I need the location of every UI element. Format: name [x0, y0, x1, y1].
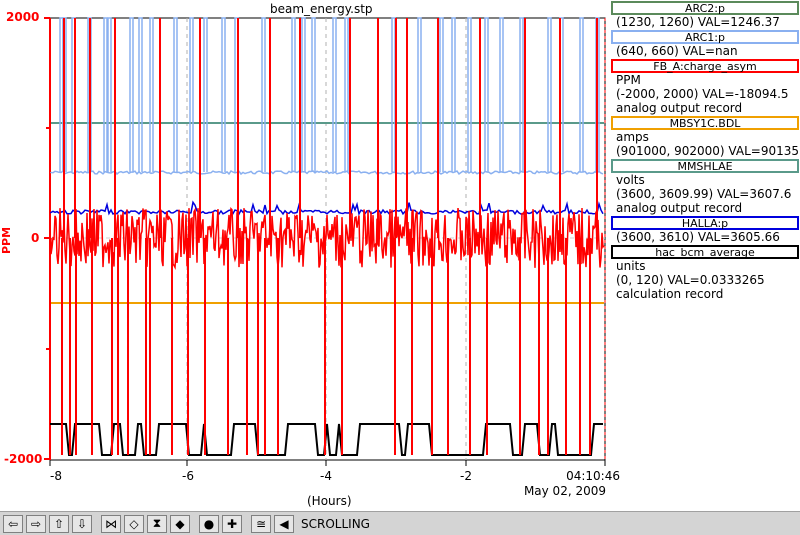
- zoom-out-y-icon: ◆: [175, 516, 185, 531]
- x-tick-label: -8: [50, 469, 62, 483]
- zoom-out-x-icon: ◇: [129, 516, 139, 531]
- legend-trace-info: (3600, 3610) VAL=3605.66: [616, 230, 780, 244]
- x-tick-label: -4: [320, 469, 332, 483]
- back-button[interactable]: ◀: [274, 514, 294, 533]
- legend-trace-info: (640, 660) VAL=nan: [616, 44, 738, 58]
- pan-left-button[interactable]: ⇦: [3, 514, 23, 533]
- pan-left-icon: ⇦: [7, 516, 19, 531]
- x-tick-label: -2: [460, 469, 472, 483]
- strip-chart-plot[interactable]: [0, 0, 611, 511]
- legend-trace-info: volts: [616, 173, 645, 187]
- time-stamp: 04:10:46: [566, 469, 620, 483]
- legend-trace-name[interactable]: ARC1:p: [611, 30, 799, 44]
- toolbar-buttons: ⇦ ⇨ ⇧ ⇩ ⋈ ◇ ⧗ ◆ ● ✚ ≅ ◀: [3, 514, 297, 533]
- legend-trace-info: (0, 120) VAL=0.0333265: [616, 273, 765, 287]
- legend-entry[interactable]: hac_bcm_average units (0, 120) VAL=0.03332…: [611, 245, 800, 301]
- legend-trace-info: calculation record: [616, 287, 724, 301]
- x-axis-label: (Hours): [307, 494, 352, 508]
- y-tick-label: 0: [31, 231, 40, 245]
- legend-entry[interactable]: ARC1:p (640, 660) VAL=nan: [611, 30, 800, 58]
- autoscale-icon: ●: [203, 516, 215, 531]
- legend-trace-name[interactable]: HALLA:p: [611, 216, 799, 230]
- legend-entry[interactable]: HALLA:p (3600, 3610) VAL=3605.66: [611, 216, 800, 244]
- config-icon: ≅: [255, 516, 267, 531]
- legend-trace-info: analog output record: [616, 101, 743, 115]
- legend-entry[interactable]: FB_A:charge_asym PPM (-2000, 2000) VAL=-18…: [611, 59, 800, 115]
- legend-trace-name[interactable]: MBSY1C.BDL: [611, 116, 799, 130]
- zoom-out-y-button[interactable]: ◆: [170, 514, 190, 533]
- legend-trace-info: (3600, 3609.99) VAL=3607.6: [616, 187, 792, 201]
- status-text: SCROLLING: [301, 516, 370, 531]
- legend-entry[interactable]: MMSHLAE volts (3600, 3609.99) VAL=3607.6 an…: [611, 159, 800, 215]
- back-icon: ◀: [279, 516, 289, 531]
- pan-right-icon: ⇨: [30, 516, 42, 531]
- zoom-in-x-button[interactable]: ⋈: [101, 514, 121, 533]
- toolbar: ⇦ ⇨ ⇧ ⇩ ⋈ ◇ ⧗ ◆ ● ✚ ≅ ◀ SCROLLING: [0, 511, 800, 535]
- legend-trace-info: amps: [616, 130, 649, 144]
- legend-entry[interactable]: ARC2:p (1230, 1260) VAL=1246.37: [611, 1, 800, 29]
- zoom-in-x-icon: ⋈: [105, 516, 117, 531]
- autoscale-button[interactable]: ●: [199, 514, 219, 533]
- add-icon: ✚: [226, 516, 238, 531]
- pan-down-icon: ⇩: [76, 516, 88, 531]
- legend-trace-name[interactable]: hac_bcm_average: [611, 245, 799, 259]
- pan-down-button[interactable]: ⇩: [72, 514, 92, 533]
- config-button[interactable]: ≅: [251, 514, 271, 533]
- y-tick-label: 2000: [6, 10, 40, 24]
- zoom-in-y-button[interactable]: ⧗: [147, 514, 167, 533]
- legend-trace-info: (901000, 902000) VAL=901351: [616, 144, 800, 158]
- x-tick-label: -6: [182, 469, 194, 483]
- zoom-out-x-button[interactable]: ◇: [124, 514, 144, 533]
- date-stamp: May 02, 2009: [523, 484, 606, 498]
- add-button[interactable]: ✚: [222, 514, 242, 533]
- legend-trace-info: units: [616, 259, 646, 273]
- legend-trace-name[interactable]: MMSHLAE: [611, 159, 799, 173]
- legend: ARC2:p (1230, 1260) VAL=1246.37 ARC1:p (640…: [611, 0, 800, 301]
- pan-right-button[interactable]: ⇨: [26, 514, 46, 533]
- legend-trace-info: analog output record: [616, 201, 743, 215]
- legend-trace-name[interactable]: ARC2:p: [611, 1, 799, 15]
- legend-entry[interactable]: MBSY1C.BDL amps (901000, 902000) VAL=90135…: [611, 116, 800, 158]
- legend-trace-info: PPM: [616, 73, 641, 87]
- pan-up-button[interactable]: ⇧: [49, 514, 69, 533]
- zoom-in-y-icon: ⧗: [152, 516, 162, 530]
- pan-up-icon: ⇧: [53, 516, 65, 531]
- legend-trace-info: (-2000, 2000) VAL=-18094.5: [616, 87, 789, 101]
- y-axis-label: PPM: [0, 226, 13, 254]
- legend-trace-info: (1230, 1260) VAL=1246.37: [616, 15, 780, 29]
- legend-trace-name[interactable]: FB_A:charge_asym: [611, 59, 799, 73]
- y-tick-label: -2000: [4, 452, 43, 466]
